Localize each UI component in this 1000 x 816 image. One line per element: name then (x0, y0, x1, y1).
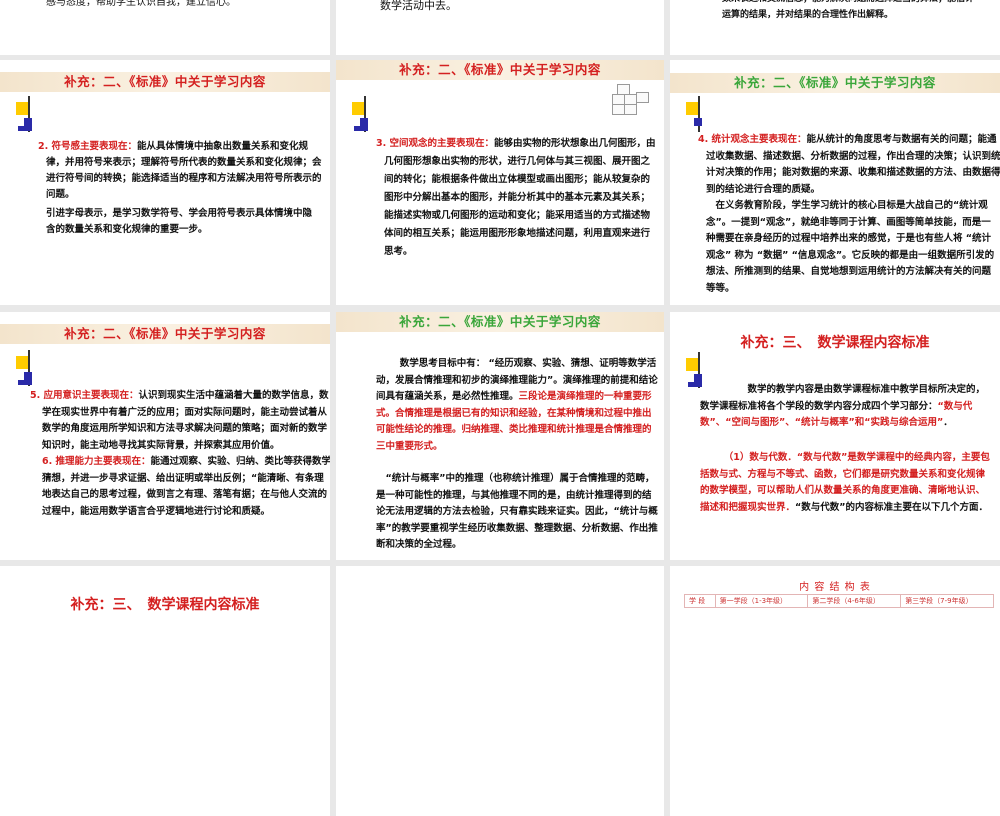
slide-title: 补充：三、 数学课程内容标准 (70, 597, 260, 613)
slide-thumbnail[interactable]: 补充：二、《标准》中关于学习内容 4. 统计观念主要表现在：能从统计的角度思考与… (670, 60, 1000, 305)
slide-thumbnail[interactable]: 补充：二、《标准》中关于学习内容 2. 符号感主要表现在：能从具体情境中抽象出数… (0, 60, 330, 305)
slide-title: 补充：三、 数学课程内容标准 (740, 335, 930, 351)
slide-text: 感与态度，帮助学生认识自我，建立信心。 (46, 0, 236, 8)
slide-title: 补充：二、《标准》中关于学习内容 (336, 60, 664, 80)
table-title: 内 容 结 构 表 (799, 582, 871, 593)
slide-text: 数来表达和交流信息；能为解决问题而选择适当的算法；能估计运算的结果，并对结果的合… (722, 0, 974, 20)
slide-thumbnail[interactable]: 补充：二、《标准》中关于学习内容 数学思考目标中有： “经历观察、实验、猜想、证… (336, 312, 664, 560)
slide-note: 引进字母表示，是学习数学符号、学会用符号表示具体情境中隐含的数量关系和变化规律的… (46, 208, 313, 235)
content-structure-table: 学 段 第一学段（1-3年级） 第二学段（4-6年级） 第三学段（7-9年级） (684, 594, 994, 608)
table-header: 第二学段（4-6年级） (807, 594, 902, 608)
slide-text: 和解决问题的强有力工具，致力于改变学生的学习方式，使学生乐意并有更多的精力投入到… (380, 0, 457, 12)
slide-body: 5. 应用意识主要表现在：认识到现实生活中蕴涵着大量的数学信息，数学在现实世界中… (30, 390, 330, 517)
slide-thumbnail[interactable]: 补充：二、《标准》中关于学习内容 5. 应用意识主要表现在：认识到现实生活中蕴涵… (0, 312, 330, 560)
slide-title: 补充：二、《标准》中关于学习内容 (670, 73, 1000, 93)
flag-icon (352, 96, 374, 132)
slide-thumbnail[interactable]: 感与态度，帮助学生认识自我，建立信心。 (0, 0, 330, 55)
slide-body: 3. 空间观念的主要表现在：能够由实物的形状想象出几何图形，由几何图形想象出实物… (376, 138, 656, 257)
slide-body-2: “统计与概率”中的推理（也称统计推理）属于合情推理的范畴，是一种可能性的推理，与… (376, 473, 658, 551)
slide-thumbnail[interactable]: 补充：二、《标准》中关于学习内容 3. 空间观念的主要表现在：能够由实物的形状想… (336, 60, 664, 305)
table-header: 学 段 (684, 594, 716, 608)
slide-thumbnail[interactable]: 补充：三、 数学课程内容标准 数学的教学内容是由数学课程标准中教学目标所决定的，… (670, 312, 1000, 560)
flag-icon (16, 350, 38, 386)
slide-title: 补充：二、《标准》中关于学习内容 (0, 72, 330, 92)
slide-thumbnail[interactable]: 和解决问题的强有力工具，致力于改变学生的学习方式，使学生乐意并有更多的精力投入到… (336, 0, 664, 55)
flag-icon (16, 96, 38, 132)
slide-thumbnail[interactable]: 内 容 结 构 表 学 段 第一学段（1-3年级） 第二学段（4-6年级） 第三… (670, 566, 1000, 816)
slide-note: 在义务教育阶段，学生学习统计的核心目标是大战自己的“统计观念”。一提到“观念”，… (706, 200, 995, 294)
slide-thumbnail[interactable]: 补充：三、 数学课程内容标准 (0, 566, 330, 816)
slide-title: 补充：二、《标准》中关于学习内容 (0, 324, 330, 344)
slide-body-2: （1）数与代数．“数与代数”是数学课程中的经典内容，主要包括数与式、方程与不等式… (700, 452, 990, 513)
cubes-icon (612, 84, 650, 115)
slide-body: 4. 统计观念主要表现在：能从统计的角度思考与数据有关的问题；能通过收集数据、描… (698, 134, 1000, 195)
slide-title: 补充：二、《标准》中关于学习内容 (336, 312, 664, 332)
slide-thumbnail[interactable]: 数来表达和交流信息；能为解决问题而选择适当的算法；能估计运算的结果，并对结果的合… (670, 0, 1000, 55)
flag-icon (686, 96, 708, 132)
slide-body: 2. 符号感主要表现在：能从具体情境中抽象出数量关系和变化规律，并用符号来表示；… (38, 141, 322, 200)
slide-body: 数学的教学内容是由数学课程标准中教学目标所决定的，数学课程标准将各个学段的数学内… (700, 384, 986, 428)
slide-thumbnail[interactable] (336, 566, 664, 816)
table-header: 第三学段（7-9年级） (900, 594, 994, 608)
slide-body: 数学思考目标中有： “经历观察、实验、猜想、证明等数学活动，发展合情推理和初步的… (376, 358, 658, 452)
table-header: 第一学段（1-3年级） (714, 594, 809, 608)
